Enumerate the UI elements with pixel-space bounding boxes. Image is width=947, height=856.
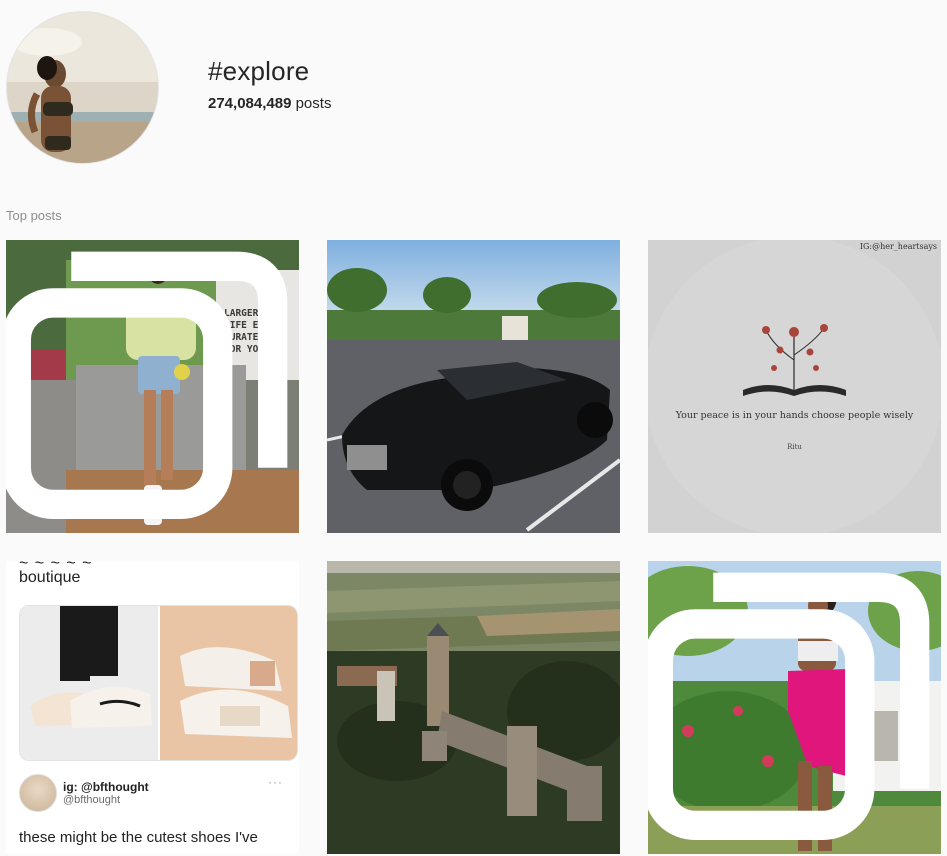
- tweet-author-name: ig: @bfthought: [63, 780, 149, 794]
- tweet-body: these might be the cutest shoes I've: [19, 829, 258, 846]
- carousel-icon: [6, 251, 288, 520]
- more-options-icon: ···: [268, 775, 283, 789]
- post-tile-4[interactable]: ~ ~ ~ ~ ~ boutique ig: @bfthought @bftho…: [6, 561, 299, 854]
- carousel-icon: [648, 572, 930, 841]
- post-count: 274,084,489 posts: [208, 95, 331, 112]
- quote-author: Ritu: [787, 443, 802, 451]
- post-image-3: [648, 240, 941, 533]
- top-posts-label: Top posts: [6, 208, 62, 223]
- post-image-5: [327, 561, 620, 854]
- tag-avatar: [6, 11, 159, 164]
- tag-header: #explore 274,084,489 posts: [0, 0, 947, 200]
- post-tile-2[interactable]: [327, 240, 620, 533]
- post-image-2: [327, 240, 620, 533]
- quote-text: Your peace is in your hands choose peopl…: [675, 410, 914, 421]
- post-tile-6[interactable]: [648, 561, 941, 854]
- shoe-photo: [19, 605, 298, 761]
- post-count-value: 274,084,489: [208, 95, 292, 112]
- post-tile-3[interactable]: IG:@her_heartsays Your peace is in your …: [648, 240, 941, 533]
- hashtag-title: #explore: [208, 56, 310, 86]
- post-tile-1[interactable]: LARGER TH LIFE EXPER CURATED F FOR YOU!: [6, 240, 299, 533]
- quote-credit: IG:@her_heartsays: [859, 242, 937, 251]
- tweet-avatar: [19, 774, 57, 812]
- tweet-top-text: boutique: [19, 569, 81, 586]
- post-tile-5[interactable]: [327, 561, 620, 854]
- tweet-author-handle: @bfthought: [63, 794, 121, 806]
- post-count-label: posts: [295, 95, 332, 112]
